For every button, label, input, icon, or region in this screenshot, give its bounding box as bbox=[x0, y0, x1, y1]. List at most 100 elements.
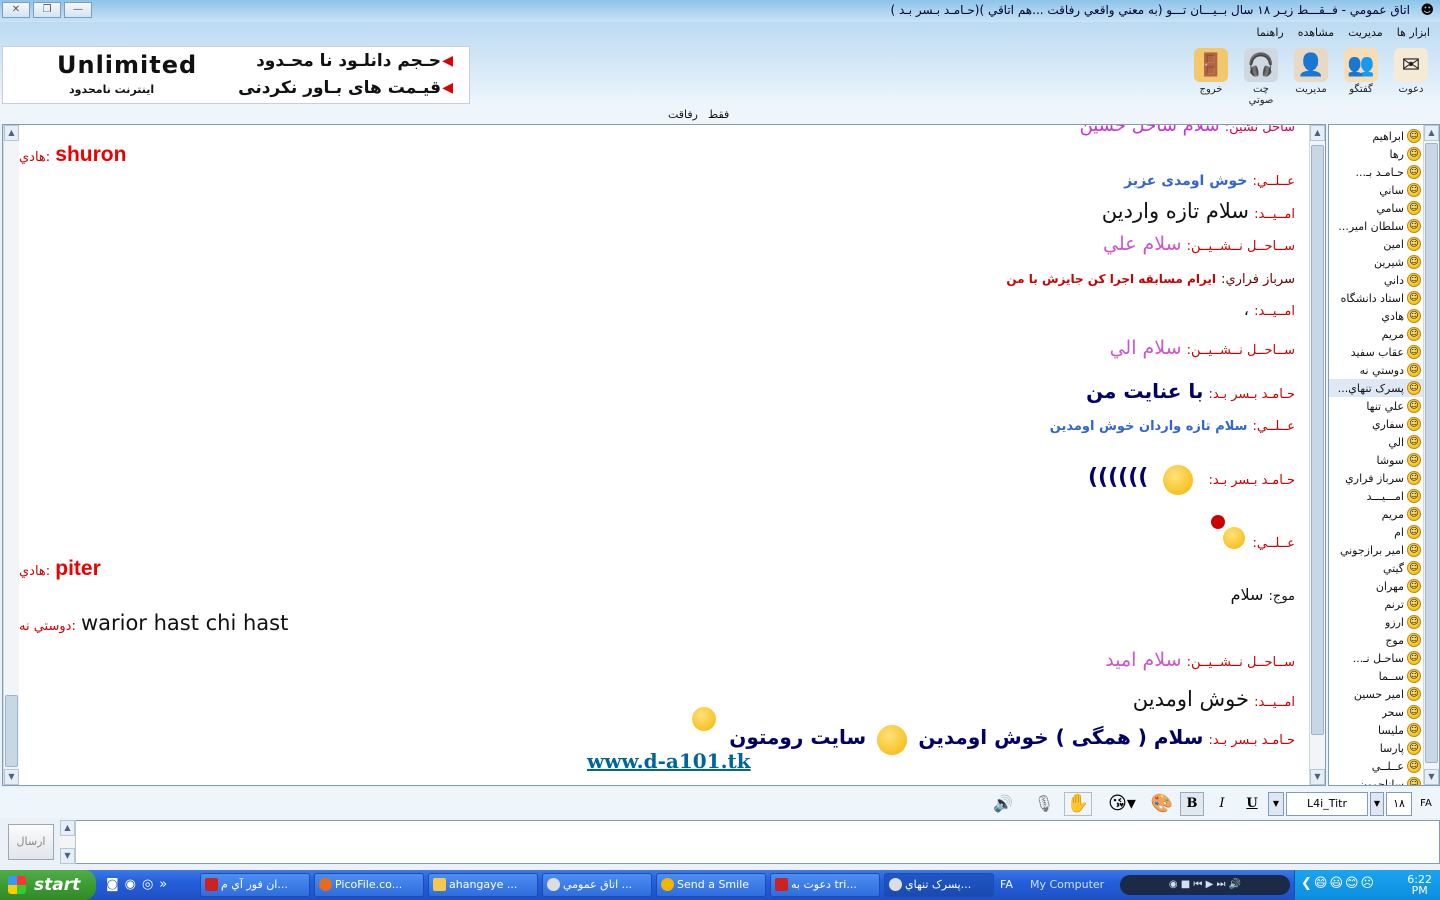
user-list-item[interactable]: 🎧☺ساحـل نـ... bbox=[1329, 649, 1437, 667]
user-list-item[interactable]: 🎧☺هادي bbox=[1329, 307, 1437, 325]
scroll-thumb[interactable] bbox=[5, 695, 18, 767]
chevron-down-icon[interactable]: ▼ bbox=[1268, 792, 1284, 816]
clock[interactable]: 6:22 PM bbox=[1407, 874, 1432, 896]
user-list-item[interactable]: 🎧☺سفاري bbox=[1329, 415, 1437, 433]
user-list-item[interactable]: 🎧☺امين bbox=[1329, 235, 1437, 253]
font-size-select[interactable]: ۱۸ bbox=[1386, 792, 1412, 816]
palette-icon[interactable]: 🎨 bbox=[1148, 792, 1176, 816]
language-indicator[interactable]: FA bbox=[1000, 878, 1013, 891]
scroll-up-icon[interactable]: ▲ bbox=[1310, 125, 1325, 141]
exit-button[interactable]: 🚪 خروج bbox=[1190, 48, 1232, 106]
user-list-item[interactable]: 🎧☺ارزو bbox=[1329, 613, 1437, 631]
user-list-item[interactable]: 🔧☺ابراهيم bbox=[1329, 127, 1437, 145]
user-list-item[interactable]: 🎧☺سوشا bbox=[1329, 451, 1437, 469]
underline-button[interactable]: U bbox=[1240, 792, 1264, 816]
user-list-scrollbar[interactable]: ▲ ▼ bbox=[1423, 125, 1439, 785]
user-list-item[interactable]: 🎧☺مريم bbox=[1329, 325, 1437, 343]
user-list-item[interactable]: 🎧☺امير برازجوني bbox=[1329, 541, 1437, 559]
user-list-item[interactable]: 🎧☺سحر bbox=[1329, 703, 1437, 721]
user-list-item[interactable]: 🎧☺ام bbox=[1329, 523, 1437, 541]
taskbar-item[interactable]: PicoFile.co... bbox=[314, 873, 424, 897]
taskbar-item[interactable]: Send a Smile bbox=[656, 873, 766, 897]
user-list-item[interactable]: 🎧☺شيرين bbox=[1329, 253, 1437, 271]
user-list-item[interactable]: 🎧☺عقاب سفيد bbox=[1329, 343, 1437, 361]
send-button[interactable]: ارسال bbox=[8, 824, 54, 860]
media-player-controls[interactable]: ◉ ■ ⏮ ▶ ⏭ 🔊 bbox=[1120, 875, 1290, 895]
scroll-down-icon[interactable]: ▼ bbox=[1310, 769, 1325, 785]
user-list-item[interactable]: 🎧☺عــلــي bbox=[1329, 757, 1437, 775]
my-computer-toolbar[interactable]: My Computer bbox=[1030, 878, 1104, 891]
scroll-down-icon[interactable]: ▼ bbox=[60, 848, 75, 864]
scroll-down-icon[interactable]: ▼ bbox=[4, 769, 19, 785]
user-list-item[interactable]: 🎧☺علي تنها bbox=[1329, 397, 1437, 415]
user-list-item[interactable]: 🎧☺پسرک تنهاي... bbox=[1329, 379, 1437, 397]
scroll-up-icon[interactable]: ▲ bbox=[4, 125, 19, 141]
quick-launch-icons[interactable]: ◙◉◎» bbox=[106, 877, 173, 892]
message-nick: سرباز فراري: bbox=[1221, 272, 1295, 287]
chevron-down-icon[interactable]: ▼ bbox=[1370, 792, 1384, 816]
tray-icons[interactable]: ❮😄😃😊☹ bbox=[1301, 876, 1376, 891]
message-input[interactable] bbox=[60, 820, 1440, 864]
input-scrollbar[interactable]: ▲ ▼ bbox=[60, 820, 76, 864]
scroll-up-icon[interactable]: ▲ bbox=[60, 820, 75, 836]
user-list-item[interactable]: ✋☺رها bbox=[1329, 145, 1437, 163]
user-list-item[interactable]: 🎧☺سلطان امير... bbox=[1329, 217, 1437, 235]
user-list-item[interactable]: 🎧☺مريم bbox=[1329, 505, 1437, 523]
message-nick: هادي: bbox=[19, 150, 51, 165]
start-button[interactable]: start bbox=[0, 870, 96, 900]
user-list-item[interactable]: 🎧☺استاد دانشگاه bbox=[1329, 289, 1437, 307]
user-list-item[interactable]: 🎧☺سامي bbox=[1329, 199, 1437, 217]
menu-view[interactable]: مشاهده bbox=[1298, 26, 1334, 39]
user-list-item[interactable]: 🎧☺امـــيـــد bbox=[1329, 487, 1437, 505]
user-list-item[interactable]: 🎧☺ساني bbox=[1329, 181, 1437, 199]
taskbar-item[interactable]: ان فور آي م... bbox=[200, 873, 310, 897]
smiley-picker-icon[interactable]: 😘▾ bbox=[1104, 792, 1140, 816]
user-list-item[interactable]: 🎧☺موج bbox=[1329, 631, 1437, 649]
taskbar-item[interactable]: اتاق عمومي ... bbox=[542, 873, 652, 897]
user-list-item[interactable]: 🎧☺دوستي نه bbox=[1329, 361, 1437, 379]
taskbar-item-active[interactable]: پسرک تنهاي... bbox=[884, 873, 994, 897]
scroll-up-icon[interactable]: ▲ bbox=[1424, 125, 1439, 141]
user-list-item[interactable]: 🎧☺ساناجوون bbox=[1329, 775, 1437, 785]
menu-admin[interactable]: مديريت bbox=[1348, 26, 1383, 39]
user-list-item[interactable]: 🎧☺پارسا bbox=[1329, 739, 1437, 757]
user-list-item[interactable]: ✋☺حـامـد بـ... bbox=[1329, 163, 1437, 181]
site-link[interactable]: www.d-a101.tk bbox=[587, 749, 751, 773]
user-list-item[interactable]: 🎧☺الي bbox=[1329, 433, 1437, 451]
language-indicator[interactable]: FA bbox=[1416, 792, 1436, 816]
font-family-select[interactable]: L4i_Titr bbox=[1286, 792, 1368, 816]
smiley-status-icon: ☺ bbox=[1407, 579, 1421, 593]
user-list-item[interactable]: 🎧☺ســما bbox=[1329, 667, 1437, 685]
italic-button[interactable]: I bbox=[1210, 792, 1234, 816]
speaker-icon[interactable]: 🔊 bbox=[986, 792, 1020, 816]
invite-button[interactable]: ✉ دعوت bbox=[1390, 48, 1432, 106]
minimize-button[interactable]: — bbox=[64, 2, 92, 18]
user-list-item[interactable]: 🎧☺داني bbox=[1329, 271, 1437, 289]
user-list-item[interactable]: 🎧☺سرباز فراري bbox=[1329, 469, 1437, 487]
raise-hand-icon[interactable]: ✋ bbox=[1064, 792, 1092, 816]
menu-help[interactable]: راهنما bbox=[1257, 26, 1284, 39]
chat-scrollbar-right[interactable]: ▲ ▼ bbox=[1309, 125, 1325, 785]
ad-banner[interactable]: Unlimited اينترنت نامحدود حـجم دانلـود ن… bbox=[2, 46, 470, 104]
user-list-item[interactable]: 🎧☺امير حسين bbox=[1329, 685, 1437, 703]
taskbar-item[interactable]: ahangaye ... bbox=[428, 873, 538, 897]
voice-chat-button[interactable]: 🎧 چت صوتي bbox=[1240, 48, 1282, 106]
taskbar-item[interactable]: دعوت به tri... bbox=[770, 873, 880, 897]
bold-button[interactable]: B bbox=[1180, 792, 1204, 816]
chat-scrollbar-left[interactable]: ▲ ▼ bbox=[3, 125, 19, 785]
admin-button[interactable]: 👤 مديريت bbox=[1290, 48, 1332, 106]
smiley-status-icon: ☺ bbox=[1407, 723, 1421, 737]
scroll-down-icon[interactable]: ▼ bbox=[1424, 769, 1439, 785]
close-button[interactable]: ✕ bbox=[2, 2, 30, 18]
scroll-thumb[interactable] bbox=[1425, 143, 1438, 763]
user-list-item[interactable]: 🎧☺ترنم bbox=[1329, 595, 1437, 613]
user-list-item[interactable]: 🎧☺گيتي bbox=[1329, 559, 1437, 577]
scroll-thumb[interactable] bbox=[1311, 145, 1324, 735]
user-list-item[interactable]: 🎧☺مهران bbox=[1329, 577, 1437, 595]
microphone-icon[interactable]: 🎙 bbox=[1028, 792, 1060, 816]
restore-button[interactable]: ❐ bbox=[33, 2, 61, 18]
chat-button[interactable]: 👥 گفتگو bbox=[1340, 48, 1382, 106]
toolbar: ✉ دعوت 👥 گفتگو 👤 مديريت 🎧 چت صوتي 🚪 خروج bbox=[1190, 48, 1432, 106]
menu-tools[interactable]: ابزار ها bbox=[1397, 26, 1430, 39]
user-list-item[interactable]: 🎧☺مليسا bbox=[1329, 721, 1437, 739]
